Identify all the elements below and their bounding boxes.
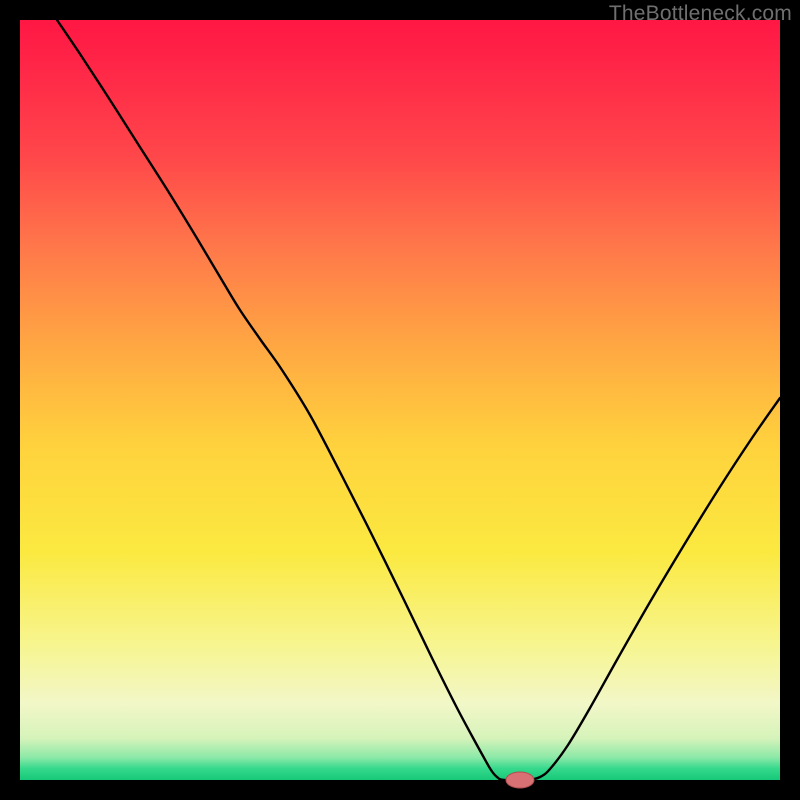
chart-container: TheBottleneck.com <box>0 0 800 800</box>
plot-area <box>20 20 780 780</box>
bottleneck-chart <box>0 0 800 800</box>
optimal-point-marker <box>506 772 534 788</box>
watermark-text: TheBottleneck.com <box>609 2 792 26</box>
